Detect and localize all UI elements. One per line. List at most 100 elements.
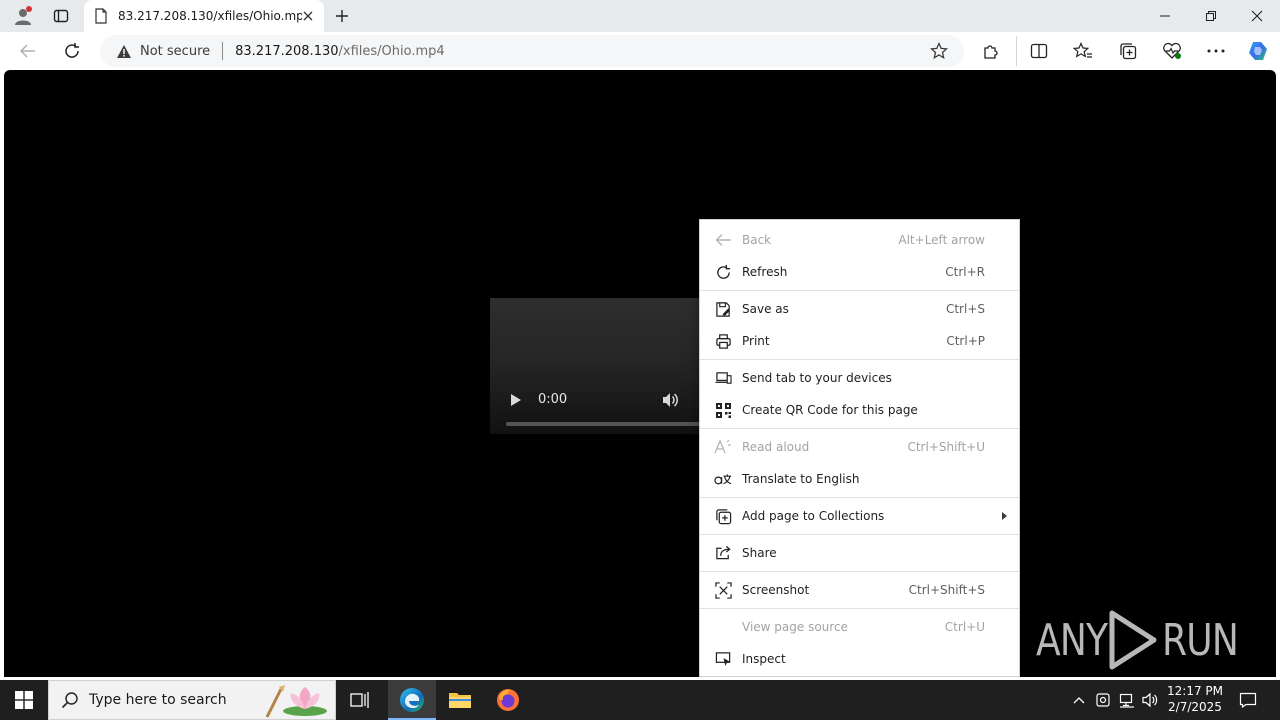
split-screen-icon	[1030, 43, 1048, 59]
watermark-text-right: RUN	[1162, 614, 1239, 666]
url-path: /xfiles/Ohio.mp4	[338, 43, 445, 59]
taskbar-file-explorer-button[interactable]	[436, 680, 484, 720]
screen: 83.217.208.130/xfiles/Ohio.mp4 Not secur…	[0, 0, 1280, 720]
browser-toolbar: Not secure 83.217.208.130/xfiles/Ohio.mp…	[0, 32, 1280, 70]
split-screen-button[interactable]	[1023, 36, 1055, 66]
menu-item-save-as[interactable]: Save as Ctrl+S	[700, 293, 1019, 325]
start-button[interactable]	[0, 680, 48, 720]
menu-item-shortcut: Ctrl+S	[945, 302, 985, 316]
refresh-icon	[716, 264, 730, 279]
menu-item-label: Share	[742, 546, 777, 560]
close-window-button[interactable]	[1234, 0, 1280, 32]
notifications-button[interactable]	[1232, 680, 1264, 720]
notification-icon	[1239, 692, 1257, 708]
firefox-icon	[497, 689, 519, 711]
close-tab-icon[interactable]	[302, 10, 314, 22]
menu-separator	[700, 608, 1019, 609]
tab-title: 83.217.208.130/xfiles/Ohio.mp4	[118, 9, 302, 23]
tray-volume-button[interactable]	[1140, 680, 1162, 720]
menu-item-shortcut: Alt+Left arrow	[898, 233, 985, 247]
security-status[interactable]: Not secure	[140, 44, 210, 59]
address-separator	[222, 42, 224, 60]
tray-network-button[interactable]	[1116, 680, 1138, 720]
menu-item-add-to-collections[interactable]: Add page to Collections	[700, 500, 1019, 532]
menu-item-label: Save as	[742, 302, 789, 316]
menu-item-label: Read aloud	[742, 440, 810, 454]
menu-item-back[interactable]: Back Alt+Left arrow	[700, 224, 1019, 256]
more-dots-icon	[1207, 49, 1225, 53]
tab-strip: 83.217.208.130/xfiles/Ohio.mp4	[0, 0, 1280, 32]
menu-item-label: View page source	[742, 620, 848, 634]
search-icon	[61, 692, 78, 709]
profile-button[interactable]	[8, 0, 38, 32]
favorite-star-icon[interactable]	[930, 42, 948, 60]
back-arrow-icon	[19, 44, 35, 58]
taskbar-search-box[interactable]: Type here to search	[48, 680, 336, 720]
tray-device-button[interactable]	[1092, 680, 1114, 720]
menu-item-label: Add page to Collections	[742, 509, 885, 523]
toolbar-divider	[1016, 36, 1017, 66]
restore-button[interactable]	[1188, 0, 1234, 32]
windows-logo-icon	[15, 691, 33, 709]
tray-clock[interactable]: 12:17 PM 2/7/2025	[1166, 683, 1224, 715]
play-logo-icon	[1109, 610, 1157, 670]
menu-item-label: Create QR Code for this page	[742, 403, 918, 417]
back-button[interactable]	[12, 36, 44, 66]
collections-icon	[715, 508, 731, 524]
menu-item-view-source[interactable]: View page source Ctrl+U	[700, 611, 1019, 643]
refresh-icon	[65, 43, 79, 58]
anyrun-watermark: ANY RUN	[1036, 608, 1255, 672]
refresh-button[interactable]	[56, 36, 88, 66]
restore-icon	[1206, 11, 1216, 21]
play-icon	[511, 394, 521, 406]
read-aloud-icon	[714, 439, 731, 454]
favorites-button[interactable]	[1067, 36, 1099, 66]
menu-item-qr-code[interactable]: Create QR Code for this page	[700, 394, 1019, 426]
tab-active[interactable]: 83.217.208.130/xfiles/Ohio.mp4	[84, 0, 324, 32]
settings-more-button[interactable]	[1200, 36, 1232, 66]
menu-item-shortcut: Ctrl+Shift+S	[908, 583, 985, 597]
browser-essentials-button[interactable]	[1156, 36, 1188, 66]
copilot-button[interactable]	[1242, 36, 1274, 66]
warning-icon	[117, 44, 131, 58]
menu-item-translate[interactable]: Translate to English	[700, 463, 1019, 495]
menu-item-refresh[interactable]: Refresh Ctrl+R	[700, 256, 1019, 288]
address-bar[interactable]: Not secure 83.217.208.130/xfiles/Ohio.mp…	[100, 35, 964, 67]
menu-item-screenshot[interactable]: Screenshot Ctrl+Shift+S	[700, 574, 1019, 606]
chevron-up-icon	[1073, 697, 1085, 704]
menu-item-print[interactable]: Print Ctrl+P	[700, 325, 1019, 357]
collections-button[interactable]	[1112, 36, 1144, 66]
menu-separator	[700, 534, 1019, 535]
extensions-button[interactable]	[975, 36, 1007, 66]
favorites-icon	[1073, 42, 1092, 58]
menu-item-inspect[interactable]: Inspect	[700, 643, 1019, 675]
minimize-button[interactable]	[1142, 0, 1188, 32]
save-as-icon	[715, 301, 730, 317]
taskbar-firefox-button[interactable]	[484, 680, 532, 720]
menu-item-shortcut: Ctrl+P	[946, 334, 985, 348]
device-icon	[1096, 693, 1110, 707]
volume-icon[interactable]	[660, 390, 680, 410]
send-tab-icon	[715, 371, 732, 384]
qr-code-icon	[715, 402, 731, 418]
menu-item-read-aloud[interactable]: Read aloud Ctrl+Shift+U	[700, 431, 1019, 463]
page-content: 0:00 Back Alt+Left arrow Refresh Ctrl+R	[4, 70, 1276, 677]
edge-icon	[400, 688, 424, 712]
menu-separator	[700, 571, 1019, 572]
heart-pulse-icon	[1163, 42, 1181, 59]
task-view-button[interactable]	[336, 680, 384, 720]
menu-item-share[interactable]: Share	[700, 537, 1019, 569]
play-button[interactable]	[506, 390, 526, 410]
video-time: 0:00	[538, 392, 568, 407]
menu-item-label: Inspect	[742, 652, 786, 666]
url-host: 83.217.208.130	[235, 43, 339, 59]
taskbar-edge-button[interactable]	[388, 680, 436, 720]
new-tab-button[interactable]	[328, 0, 356, 32]
tab-actions-button[interactable]	[46, 0, 76, 32]
tray-overflow-button[interactable]	[1068, 680, 1090, 720]
task-view-icon	[350, 692, 369, 708]
empty-icon-slot	[714, 618, 732, 636]
menu-item-label: Translate to English	[742, 472, 860, 486]
menu-item-label: Refresh	[742, 265, 788, 279]
menu-item-send-tab[interactable]: Send tab to your devices	[700, 362, 1019, 394]
